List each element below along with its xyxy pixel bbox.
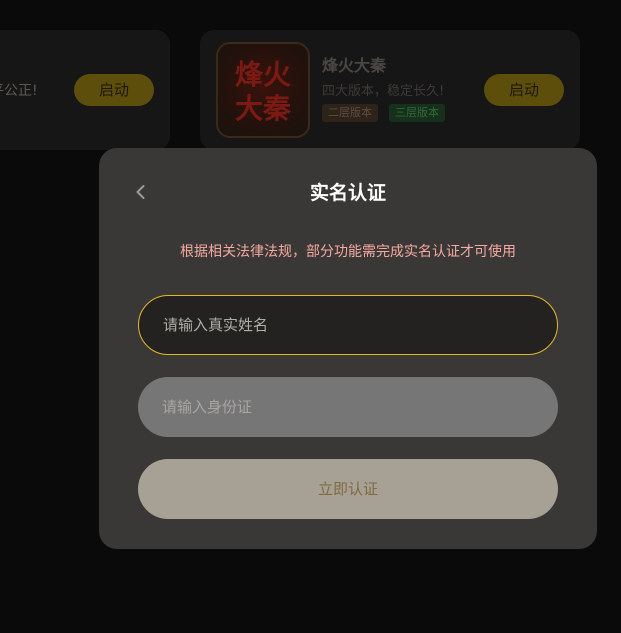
launch-button[interactable]: 启动 (484, 74, 564, 106)
tag-badge: 二层版本 (322, 104, 378, 122)
verification-modal: 实名认证 根据相关法律法规，部分功能需完成实名认证才可使用 立即认证 (99, 148, 597, 549)
thumbnail-text-top: 烽火 (235, 58, 291, 91)
game-thumbnail[interactable]: 烽火 大秦 (216, 42, 310, 138)
tag-badge: 三层版本 (389, 104, 445, 122)
id-number-input[interactable] (138, 377, 558, 437)
verify-button[interactable]: 立即认证 (138, 459, 558, 519)
game-description: 平公正! (0, 83, 38, 99)
game-card-left: 平公正! 启动 (0, 30, 170, 150)
launch-button[interactable]: 启动 (74, 74, 154, 106)
game-title: 烽火大秦 (322, 56, 387, 75)
page: 平公正! 启动 烽火 大秦 烽火大秦 四大版本，稳定长久! 二层版本 三层版本 … (0, 0, 621, 633)
game-card-right: 烽火 大秦 烽火大秦 四大版本，稳定长久! 二层版本 三层版本 启动 (200, 30, 580, 150)
legal-notice: 根据相关法律法规，部分功能需完成实名认证才可使用 (180, 244, 516, 260)
thumbnail-text-bottom: 大秦 (235, 92, 292, 125)
real-name-input[interactable] (138, 295, 558, 355)
modal-title: 实名认证 (309, 182, 386, 204)
game-thumbnail-art: 烽火 大秦 (235, 58, 292, 125)
game-subtitle: 四大版本，稳定长久! (322, 84, 445, 99)
